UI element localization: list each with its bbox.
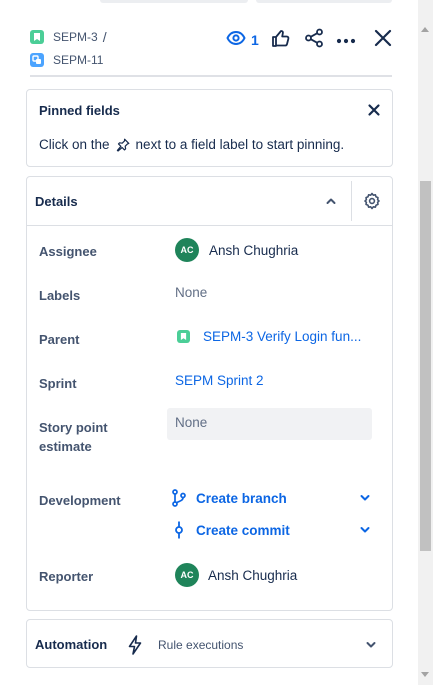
scroll-up-arrow[interactable] xyxy=(421,27,429,32)
story-icon xyxy=(30,30,44,44)
header-divider xyxy=(30,75,392,77)
breadcrumb-parent[interactable]: SEPM-3 / xyxy=(30,29,107,45)
details-title: Details xyxy=(35,194,78,209)
eye-icon xyxy=(226,30,246,51)
subtask-icon xyxy=(30,53,44,67)
details-header[interactable]: Details xyxy=(27,177,392,226)
create-commit-button[interactable]: Create commit xyxy=(171,521,290,539)
reporter-value[interactable]: AC Ansh Chughria xyxy=(175,563,297,587)
watch-count: 1 xyxy=(251,32,259,48)
more-actions-button[interactable] xyxy=(330,26,362,54)
like-button[interactable] xyxy=(264,26,298,54)
branch-icon xyxy=(171,489,187,507)
labels-label: Labels xyxy=(39,288,81,303)
close-panel-button[interactable] xyxy=(362,26,392,54)
vertical-scrollbar[interactable] xyxy=(418,0,433,685)
pin-icon xyxy=(116,138,130,152)
parent-key[interactable]: SEPM-3 xyxy=(53,30,98,44)
breadcrumb-issue[interactable]: SEPM-11 xyxy=(30,53,103,67)
parent-link[interactable]: SEPM-3 Verify Login fun... xyxy=(203,329,361,344)
pinned-hint-after: next to a field label to start pinning. xyxy=(135,137,345,152)
development-label: Development xyxy=(39,493,121,508)
bolt-icon xyxy=(127,635,143,655)
reporter-label: Reporter xyxy=(39,569,94,584)
scrollbar-thumb[interactable] xyxy=(420,181,431,551)
top-strip xyxy=(100,0,400,4)
parent-value[interactable]: SEPM-3 Verify Login fun... xyxy=(177,329,361,344)
assignee-label: Assignee xyxy=(39,244,97,259)
story-points-label-line1: Story point xyxy=(39,420,108,435)
commit-icon xyxy=(171,521,187,539)
create-commit-label[interactable]: Create commit xyxy=(196,523,290,538)
story-points-field[interactable]: None xyxy=(167,408,372,440)
automation-panel[interactable]: Automation Rule executions xyxy=(26,619,393,668)
sprint-label: Sprint xyxy=(39,376,77,391)
avatar: AC xyxy=(175,238,199,262)
assignee-name: Ansh Chughria xyxy=(209,242,299,258)
issue-key[interactable]: SEPM-11 xyxy=(53,53,103,67)
close-icon xyxy=(374,29,392,52)
pinned-fields-hint: Click on the next to a field label to st… xyxy=(39,137,344,152)
rule-executions[interactable]: Rule executions xyxy=(158,638,243,652)
automation-title: Automation xyxy=(35,637,108,652)
breadcrumb-separator: / xyxy=(102,29,107,45)
story-points-label-line2: estimate xyxy=(39,439,92,454)
pinned-fields-title: Pinned fields xyxy=(39,103,120,118)
issue-header: SEPM-3 / SEPM-11 1 xyxy=(30,26,392,76)
scroll-down-arrow[interactable] xyxy=(421,672,429,677)
dismiss-pinned-button[interactable] xyxy=(366,102,382,118)
labels-value[interactable]: None xyxy=(175,285,207,300)
reporter-name: Ansh Chughria xyxy=(208,567,298,583)
avatar: AC xyxy=(175,563,199,587)
chevron-down-icon[interactable] xyxy=(364,638,378,652)
chevron-down-icon[interactable] xyxy=(358,523,372,537)
create-branch-label[interactable]: Create branch xyxy=(196,491,287,506)
story-points-label: Story point estimate xyxy=(39,418,108,456)
share-button[interactable] xyxy=(298,26,330,54)
share-icon xyxy=(304,28,324,53)
watch-button[interactable]: 1 xyxy=(226,26,264,54)
issue-side-panel: SEPM-3 / SEPM-11 1 Pinned fields Click o… xyxy=(0,0,433,685)
chevron-down-icon[interactable] xyxy=(358,491,372,505)
parent-label: Parent xyxy=(39,332,80,347)
assignee-value[interactable]: AC Ansh Chughria xyxy=(175,238,298,262)
chevron-up-icon[interactable] xyxy=(324,194,338,208)
thumbs-up-icon xyxy=(271,28,291,53)
header-separator xyxy=(351,181,352,221)
gear-icon[interactable] xyxy=(362,191,382,211)
story-icon xyxy=(177,330,190,343)
pinned-fields-panel: Pinned fields Click on the next to a fie… xyxy=(26,89,393,167)
sprint-value[interactable]: SEPM Sprint 2 xyxy=(175,373,264,388)
more-icon xyxy=(336,31,356,49)
header-actions: 1 xyxy=(226,26,392,54)
create-branch-button[interactable]: Create branch xyxy=(171,489,287,507)
details-panel: Details Assignee AC Ansh Chughria Labels… xyxy=(26,176,393,611)
pinned-hint-before: Click on the xyxy=(39,137,110,152)
